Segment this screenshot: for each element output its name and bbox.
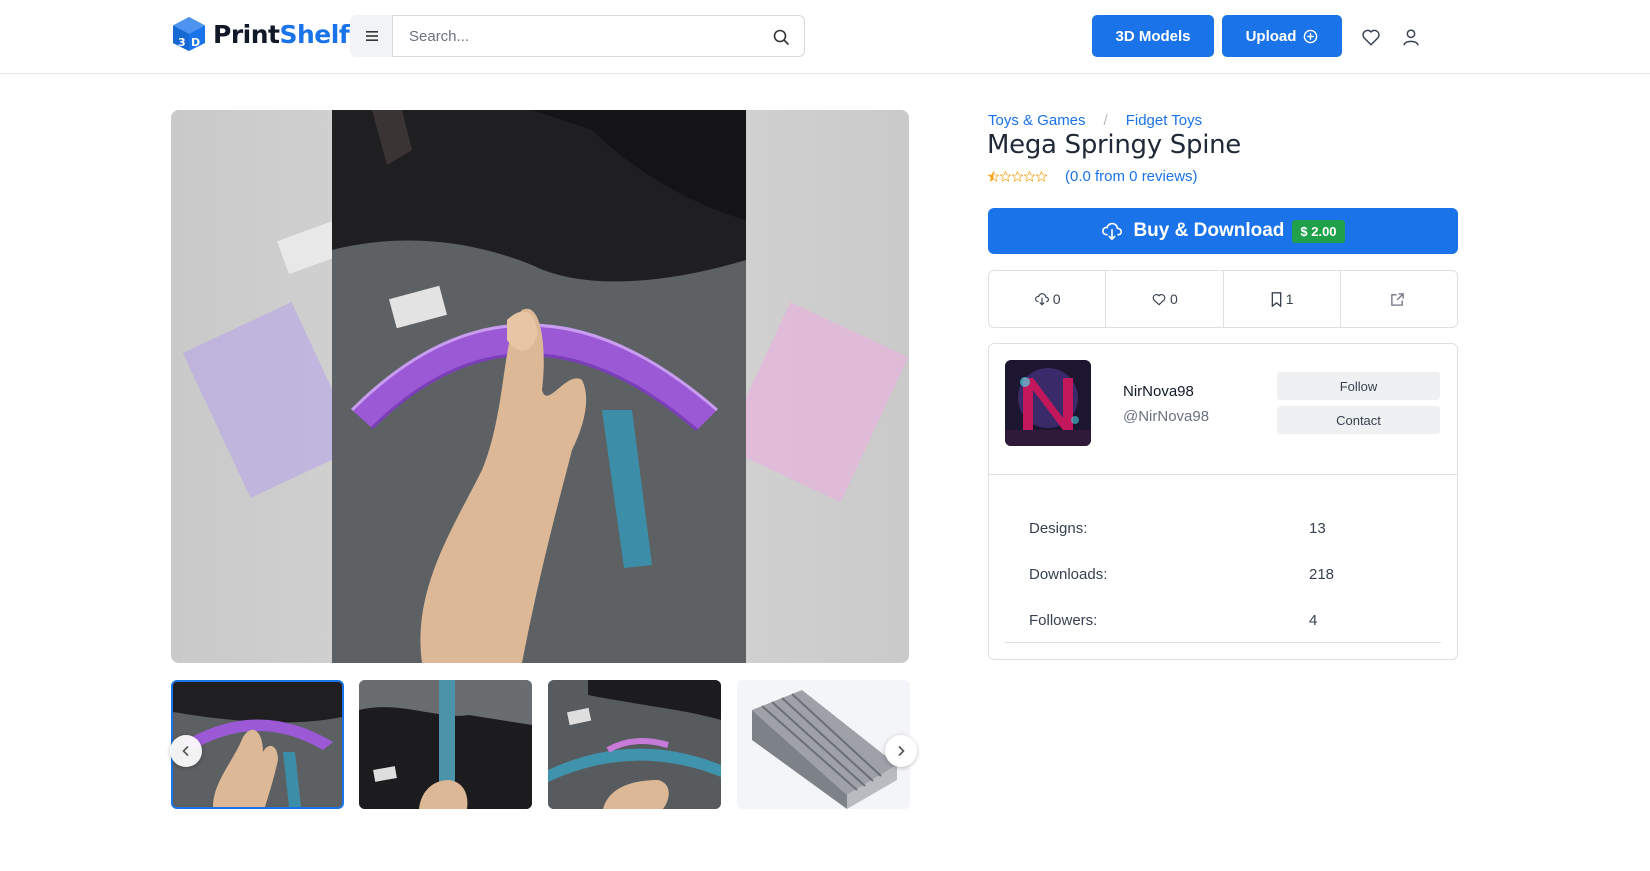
creator-card: NirNova98 @NirNova98 Follow Contact Desi… (988, 343, 1458, 660)
rating-stars (988, 171, 1047, 182)
user-icon[interactable] (1400, 26, 1422, 48)
followers-label: Followers: (1029, 612, 1098, 629)
product-photo (332, 110, 746, 663)
thumbnail-3[interactable] (548, 680, 721, 809)
main-product-image[interactable] (171, 110, 909, 663)
star-empty-icon (1000, 171, 1011, 182)
hamburger-icon (366, 31, 378, 41)
upload-button[interactable]: Upload (1222, 15, 1342, 57)
search-icon[interactable] (772, 28, 790, 46)
3d-models-button[interactable]: 3D Models (1092, 15, 1214, 57)
like-button[interactable]: 0 (1106, 271, 1224, 327)
reviews-link[interactable]: (0.0 from 0 reviews) (1065, 168, 1198, 185)
svg-text:3: 3 (178, 36, 186, 49)
chevron-right-icon (898, 745, 905, 757)
chevron-left-icon (182, 745, 189, 757)
heart-icon[interactable] (1360, 26, 1382, 48)
card-divider (989, 474, 1457, 475)
creator-handle: @NirNova98 (1123, 408, 1210, 425)
product-rating: (0.0 from 0 reviews) (988, 168, 1198, 185)
breadcrumb: Toys & Games / Fidget Toys (988, 112, 1202, 129)
star-empty-icon (1024, 171, 1035, 182)
logo-cube-icon: 3 D (173, 17, 205, 51)
cloud-download-icon (1102, 222, 1123, 241)
menu-button[interactable] (350, 15, 394, 57)
star-empty-icon (1036, 171, 1047, 182)
search-input[interactable] (393, 16, 753, 56)
logo-text: PrintShelf (213, 19, 350, 49)
contact-button[interactable]: Contact (1277, 406, 1440, 434)
gallery-next-button[interactable] (885, 735, 917, 767)
designs-value: 13 (1309, 520, 1326, 537)
follow-button[interactable]: Follow (1277, 372, 1440, 400)
avatar[interactable] (1005, 360, 1091, 446)
site-header: 3 D PrintShelf 3D Models Upload (0, 0, 1650, 74)
heart-icon (1152, 294, 1166, 306)
breadcrumb-separator: / (1103, 112, 1108, 129)
cloud-download-icon (1034, 293, 1049, 306)
product-title: Mega Springy Spine (987, 130, 1241, 160)
share-button[interactable] (1341, 271, 1457, 327)
thumbnail-2[interactable] (359, 680, 532, 809)
buy-download-label: Buy & Download (1133, 220, 1285, 241)
creator-name[interactable]: NirNova98 (1123, 383, 1194, 400)
followers-value: 4 (1309, 612, 1318, 629)
search-box (392, 15, 805, 57)
downloads-label: Downloads: (1029, 566, 1108, 583)
bookmark-button[interactable]: 1 (1224, 271, 1341, 327)
svg-text:D: D (191, 36, 200, 49)
bookmark-icon (1271, 291, 1282, 307)
buy-download-button[interactable]: Buy & Download $ 2.00 (988, 208, 1458, 254)
downloads-value: 218 (1309, 566, 1335, 583)
gallery-prev-button[interactable] (170, 735, 202, 767)
star-empty-icon (1012, 171, 1023, 182)
thumbnail-4[interactable] (737, 680, 910, 809)
breadcrumb-toys-games[interactable]: Toys & Games (988, 112, 1086, 129)
site-logo[interactable]: 3 D PrintShelf (171, 16, 350, 52)
price-badge: $ 2.00 (1292, 219, 1345, 243)
external-link-icon (1391, 292, 1404, 306)
meta-divider (1005, 642, 1441, 643)
star-half-icon (988, 171, 999, 182)
breadcrumb-fidget-toys[interactable]: Fidget Toys (1126, 112, 1202, 129)
plus-circle-icon (1304, 29, 1318, 43)
stat-downloads: 0 (989, 271, 1107, 327)
stats-row: 0 0 1 (988, 270, 1458, 328)
designs-label: Designs: (1029, 520, 1088, 537)
